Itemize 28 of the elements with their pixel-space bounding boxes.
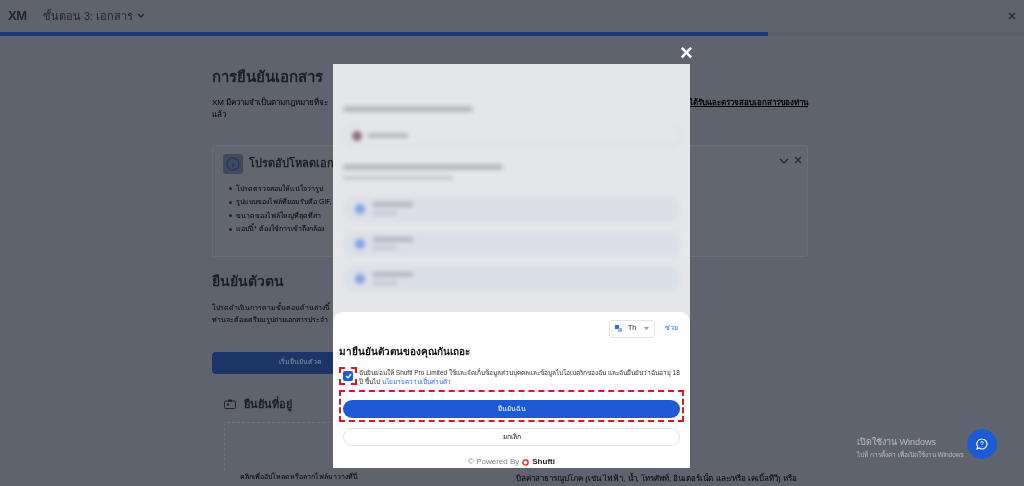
chevron-icon[interactable] [779,157,789,164]
notice-title: โปรดอัปโหลดเอก [249,155,334,172]
bullet-icon [229,214,232,218]
section-title: ยืนยันที่อยู่ [244,395,292,412]
chat-button[interactable] [967,429,997,459]
id-card-icon [224,398,236,409]
activation-title: เปิดใช้งาน Windows [857,436,937,449]
caret-icon [644,327,649,330]
brand-name: Shufti [532,456,555,468]
checkbox[interactable] [343,370,353,381]
chevron-down-icon [137,13,146,19]
close-icon[interactable] [794,155,802,164]
info-icon [223,153,243,174]
body-text: บิลค่าสาธารณูปโภค (เช่น ไฟฟ้า, น้ำ, โทรศัพท์, อินเตอร์เน็ต และ/หรือ เคเบิ้ลทีวี) หรือ [516,473,797,485]
section-title: ยืนยันตัวตน [212,271,285,291]
documents-link[interactable]: ได้รับและตรวจสอบเอกสารของท่าน [689,96,808,109]
chat-help-icon [976,438,988,450]
powered-by-text: © Powered By [468,456,520,468]
intro-text: แล้ว [212,108,226,121]
translate-icon [615,325,622,332]
close-button[interactable]: × [680,43,693,63]
section-title: การยืนยันเอกสาร [212,67,324,87]
close-icon[interactable] [1008,12,1016,20]
intro-text: XM มีความจำเป็นตามกฎหมายที่จะ [212,96,329,109]
bullet-icon [229,187,232,191]
ring-logo-icon [522,458,530,466]
bullet-icon [229,227,232,231]
bullet-icon [229,200,232,204]
